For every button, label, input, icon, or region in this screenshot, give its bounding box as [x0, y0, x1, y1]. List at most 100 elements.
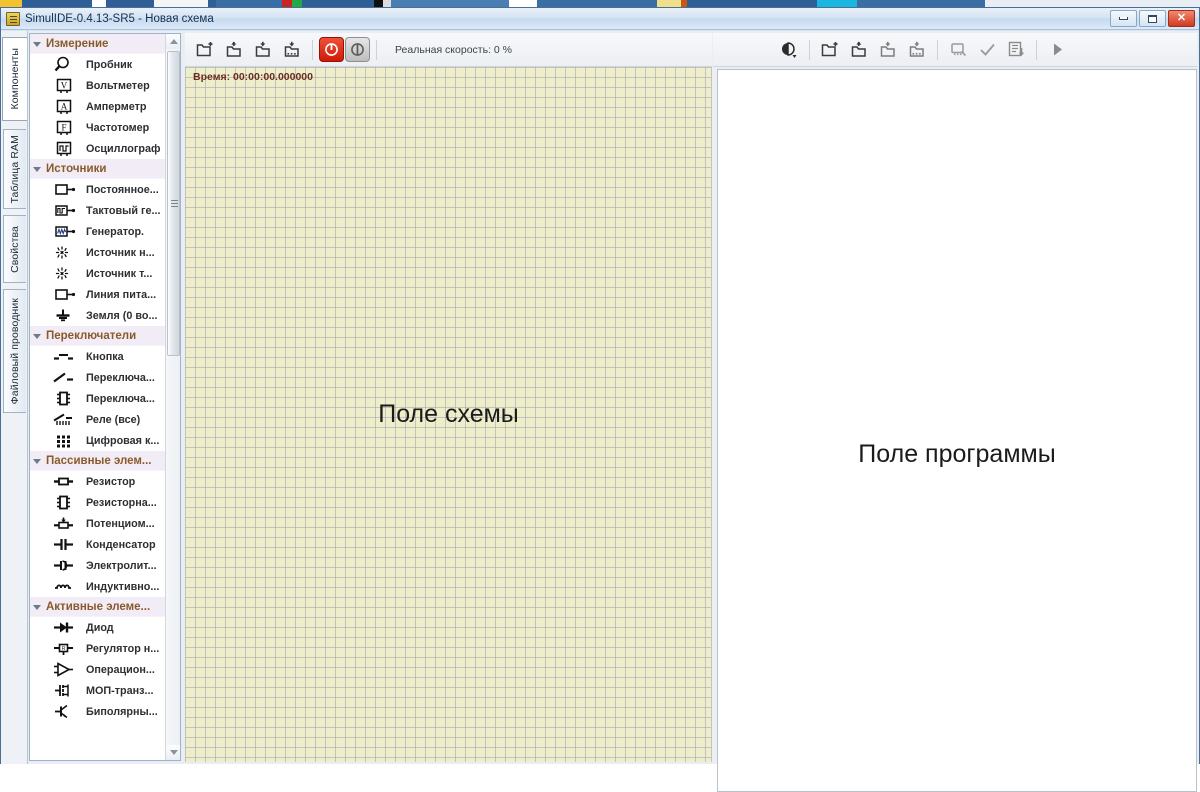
taskbar-segment — [857, 0, 985, 7]
chevron-down-icon — [33, 167, 41, 172]
component-label: Кнопка — [86, 350, 124, 363]
component-potentiometer[interactable]: Потенциом... — [30, 513, 180, 534]
component-toggle-switch[interactable]: Переключа... — [30, 367, 180, 388]
relay-icon — [52, 411, 78, 428]
component-label: Цифровая к... — [86, 434, 160, 447]
category-title: Измерение — [46, 37, 109, 50]
scrollbar-thumb[interactable] — [167, 51, 180, 356]
sidebar-item-properties[interactable]: Свойства — [3, 215, 26, 283]
component-bjt[interactable]: Биполярны... — [30, 701, 180, 722]
component-resistor[interactable]: Резистор — [30, 471, 180, 492]
component-label: Электролит... — [86, 559, 157, 572]
component-power-rail[interactable]: Линия пита... — [30, 284, 180, 305]
sidebar-item-file-explorer[interactable]: Файловый проводник — [3, 289, 26, 413]
component-frequency-meter[interactable]: F Частотомер — [30, 117, 180, 138]
component-keypad[interactable]: Цифровая к... — [30, 430, 180, 451]
category-title: Активные элеме... — [46, 600, 151, 613]
clock-generator-icon — [52, 202, 78, 219]
taskbar-segment — [216, 0, 282, 7]
component-electrolytic-capacitor[interactable]: Электролит... — [30, 555, 180, 576]
save-circuit-as-button[interactable] — [278, 37, 306, 63]
category-title: Переключатели — [46, 329, 137, 342]
dc-source-icon — [52, 181, 78, 198]
component-ground[interactable]: Земля (0 во... — [30, 305, 180, 326]
component-label: Пробник — [86, 58, 133, 71]
component-diode[interactable]: Диод — [30, 617, 180, 638]
category-header-passive[interactable]: Пассивные элем... — [30, 451, 180, 471]
category-header-sources[interactable]: Источники — [30, 159, 180, 179]
component-opamp[interactable]: Операцион... — [30, 659, 180, 680]
minimize-button[interactable] — [1110, 10, 1137, 27]
component-label: Переключа... — [86, 371, 155, 384]
component-voltage-source[interactable]: Источник н... — [30, 242, 180, 263]
component-ammeter[interactable]: A Амперметр — [30, 96, 180, 117]
program-panel-caption: Поле программы — [858, 440, 1056, 468]
category-header-measurement[interactable]: Измерение — [30, 34, 180, 54]
chevron-down-icon — [33, 334, 41, 339]
taskbar-segment — [383, 0, 391, 7]
new-file-button[interactable] — [816, 37, 844, 63]
save-file-as-button[interactable] — [903, 37, 931, 63]
components-scrollbar[interactable] — [165, 34, 180, 760]
upload-firmware-button[interactable] — [1002, 37, 1030, 63]
component-dc-source[interactable]: Постоянное... — [30, 179, 180, 200]
component-label: Тактовый ге... — [86, 204, 161, 217]
component-resistor-array[interactable]: Резисторна... — [30, 492, 180, 513]
component-dip-switch[interactable]: Переключа... — [30, 388, 180, 409]
debug-mode-button[interactable] — [775, 37, 803, 63]
taskbar-segment — [282, 0, 292, 7]
sidebar-item-ram-table[interactable]: Таблица RAM — [3, 129, 26, 209]
component-voltmeter[interactable]: V Вольтметер — [30, 75, 180, 96]
component-current-source[interactable]: Источник т... — [30, 263, 180, 284]
tab-label-components: Компоненты — [9, 48, 21, 110]
power-button[interactable] — [319, 37, 344, 62]
component-label: Постоянное... — [86, 183, 159, 196]
category-title: Пассивные элем... — [46, 454, 152, 467]
run-debugger-button[interactable] — [1043, 37, 1071, 63]
toolbar-separator — [937, 39, 938, 60]
component-label: Линия пита... — [86, 288, 157, 301]
find-compiler-button[interactable] — [944, 37, 972, 63]
toggle-switch-icon — [52, 369, 78, 386]
category-header-active[interactable]: Активные элеме... — [30, 597, 180, 617]
electrolytic-capacitor-icon — [52, 557, 78, 574]
component-push-button[interactable]: Кнопка — [30, 346, 180, 367]
pause-button[interactable] — [345, 37, 370, 62]
category-header-switches[interactable]: Переключатели — [30, 326, 180, 346]
components-panel: Измерение Пробник V Вольтметер A Амперме… — [29, 33, 181, 761]
component-capacitor[interactable]: Конденсатор — [30, 534, 180, 555]
open-circuit-button[interactable] — [220, 37, 248, 63]
svg-text:F: F — [61, 123, 66, 133]
ground-icon — [52, 307, 78, 324]
ammeter-icon: A — [52, 98, 78, 115]
component-relay[interactable]: Реле (все) — [30, 409, 180, 430]
component-label: Биполярны... — [86, 705, 158, 718]
save-circuit-button[interactable] — [249, 37, 277, 63]
scroll-up-arrow-icon[interactable] — [166, 34, 180, 49]
taskbar-segment — [374, 0, 383, 7]
component-label: Источник н... — [86, 246, 155, 259]
window-body: Компоненты Таблица RAM Свойства Файловый… — [1, 31, 1199, 792]
save-file-button[interactable] — [874, 37, 902, 63]
frequency-meter-icon: F — [52, 119, 78, 136]
component-clock-generator[interactable]: Тактовый ге... — [30, 200, 180, 221]
circuit-canvas[interactable]: Время: 00:00:00.000000 Поле схемы — [185, 67, 712, 762]
component-mosfet[interactable]: МОП-транз... — [30, 680, 180, 701]
close-button[interactable]: ✕ — [1168, 10, 1195, 27]
maximize-button[interactable] — [1139, 10, 1166, 27]
scroll-down-arrow-icon[interactable] — [166, 745, 180, 760]
component-probe[interactable]: Пробник — [30, 54, 180, 75]
taskbar-segment — [657, 0, 681, 7]
component-waveform-generator[interactable]: Генератор. — [30, 221, 180, 242]
sidebar-item-components[interactable]: Компоненты — [2, 37, 27, 121]
program-panel[interactable]: Поле программы — [717, 69, 1197, 792]
component-inductor[interactable]: Индуктивно... — [30, 576, 180, 597]
component-oscilloscope[interactable]: Осциллограф — [30, 138, 180, 159]
window-title: SimulIDE-0.4.13-SR5 - Новая схема — [25, 12, 214, 25]
compile-button[interactable] — [973, 37, 1001, 63]
open-file-button[interactable] — [845, 37, 873, 63]
svg-text:A: A — [61, 102, 68, 112]
component-voltage-regulator[interactable]: R Регулятор н... — [30, 638, 180, 659]
new-circuit-button[interactable] — [191, 37, 219, 63]
tab-label-file-explorer: Файловый проводник — [9, 297, 21, 405]
